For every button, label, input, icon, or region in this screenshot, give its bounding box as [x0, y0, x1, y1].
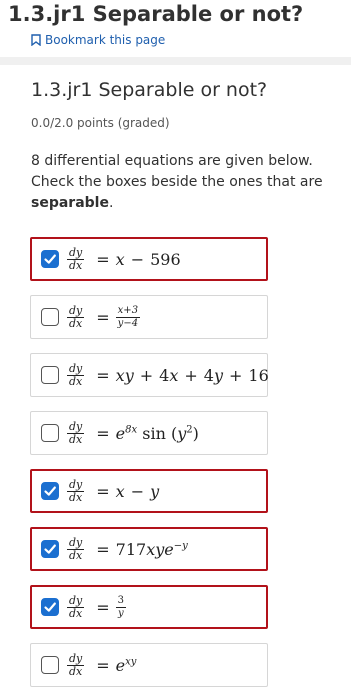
- section-divider: [0, 57, 351, 65]
- prompt-text: 8 differential equations are given below…: [31, 153, 323, 190]
- lhs-den: dx: [69, 606, 83, 620]
- points-status: 0.0/2.0 points (graded): [31, 116, 170, 130]
- lhs-num: dy: [67, 477, 85, 492]
- lhs-den: dx: [69, 258, 83, 272]
- problem-prompt: 8 differential equations are given below…: [31, 151, 331, 214]
- equation-1: dy dx = x −596: [67, 245, 181, 272]
- problem-title: 1.3.jr1 Separable or not?: [31, 79, 268, 101]
- checkbox-3[interactable]: [41, 366, 59, 384]
- lhs-den: dx: [69, 664, 83, 678]
- checkbox-6[interactable]: [41, 540, 59, 558]
- prompt-period: .: [108, 195, 114, 211]
- option-5[interactable]: dy dx = x − y: [30, 469, 268, 513]
- checkmark-icon: [44, 486, 56, 496]
- bookmark-icon: [31, 34, 41, 46]
- checkbox-5[interactable]: [41, 482, 59, 500]
- lhs-den: dx: [69, 374, 83, 388]
- bookmark-link[interactable]: Bookmark this page: [31, 33, 165, 47]
- lhs-num: dy: [67, 651, 85, 666]
- option-7[interactable]: dy dx = 3y: [30, 585, 268, 629]
- checkmark-icon: [44, 254, 56, 264]
- lhs-num: dy: [67, 593, 85, 608]
- lhs-num: dy: [67, 419, 85, 434]
- prompt-keyword: separable: [31, 195, 109, 211]
- lhs-num: dy: [67, 535, 85, 550]
- option-1[interactable]: dy dx = x −596: [30, 237, 268, 281]
- lhs-den: dx: [69, 316, 83, 330]
- equation-7: dy dx = 3y: [67, 593, 127, 620]
- checkbox-2[interactable]: [41, 308, 59, 326]
- lhs-num: dy: [67, 303, 85, 318]
- checkbox-7[interactable]: [41, 598, 59, 616]
- lhs-den: dx: [69, 490, 83, 504]
- checkmark-icon: [44, 544, 56, 554]
- bookmark-label[interactable]: Bookmark this page: [45, 33, 165, 47]
- lhs-num: dy: [67, 245, 85, 260]
- page-title: 1.3.jr1 Separable or not?: [8, 2, 304, 26]
- option-4[interactable]: dy dx = e8x sin (y2): [30, 411, 268, 455]
- equation-6: dy dx = 717xye−y: [67, 535, 188, 562]
- checkbox-4[interactable]: [41, 424, 59, 442]
- checkmark-icon: [44, 602, 56, 612]
- equation-5: dy dx = x − y: [67, 477, 160, 504]
- equation-3: dy dx = xy +4x +4y +16: [67, 361, 269, 388]
- equation-2: dy dx = x+3 y−4: [67, 303, 141, 330]
- option-6[interactable]: dy dx = 717xye−y: [30, 527, 268, 571]
- equation-8: dy dx = exy: [67, 651, 137, 678]
- lhs-den: dx: [69, 432, 83, 446]
- checkbox-8[interactable]: [41, 656, 59, 674]
- option-8[interactable]: dy dx = exy: [30, 643, 268, 687]
- option-2[interactable]: dy dx = x+3 y−4: [30, 295, 268, 339]
- checkbox-1[interactable]: [41, 250, 59, 268]
- equation-4: dy dx = e8x sin (y2): [67, 419, 199, 446]
- option-3[interactable]: dy dx = xy +4x +4y +16: [30, 353, 269, 397]
- lhs-num: dy: [67, 361, 85, 376]
- lhs-den: dx: [69, 548, 83, 562]
